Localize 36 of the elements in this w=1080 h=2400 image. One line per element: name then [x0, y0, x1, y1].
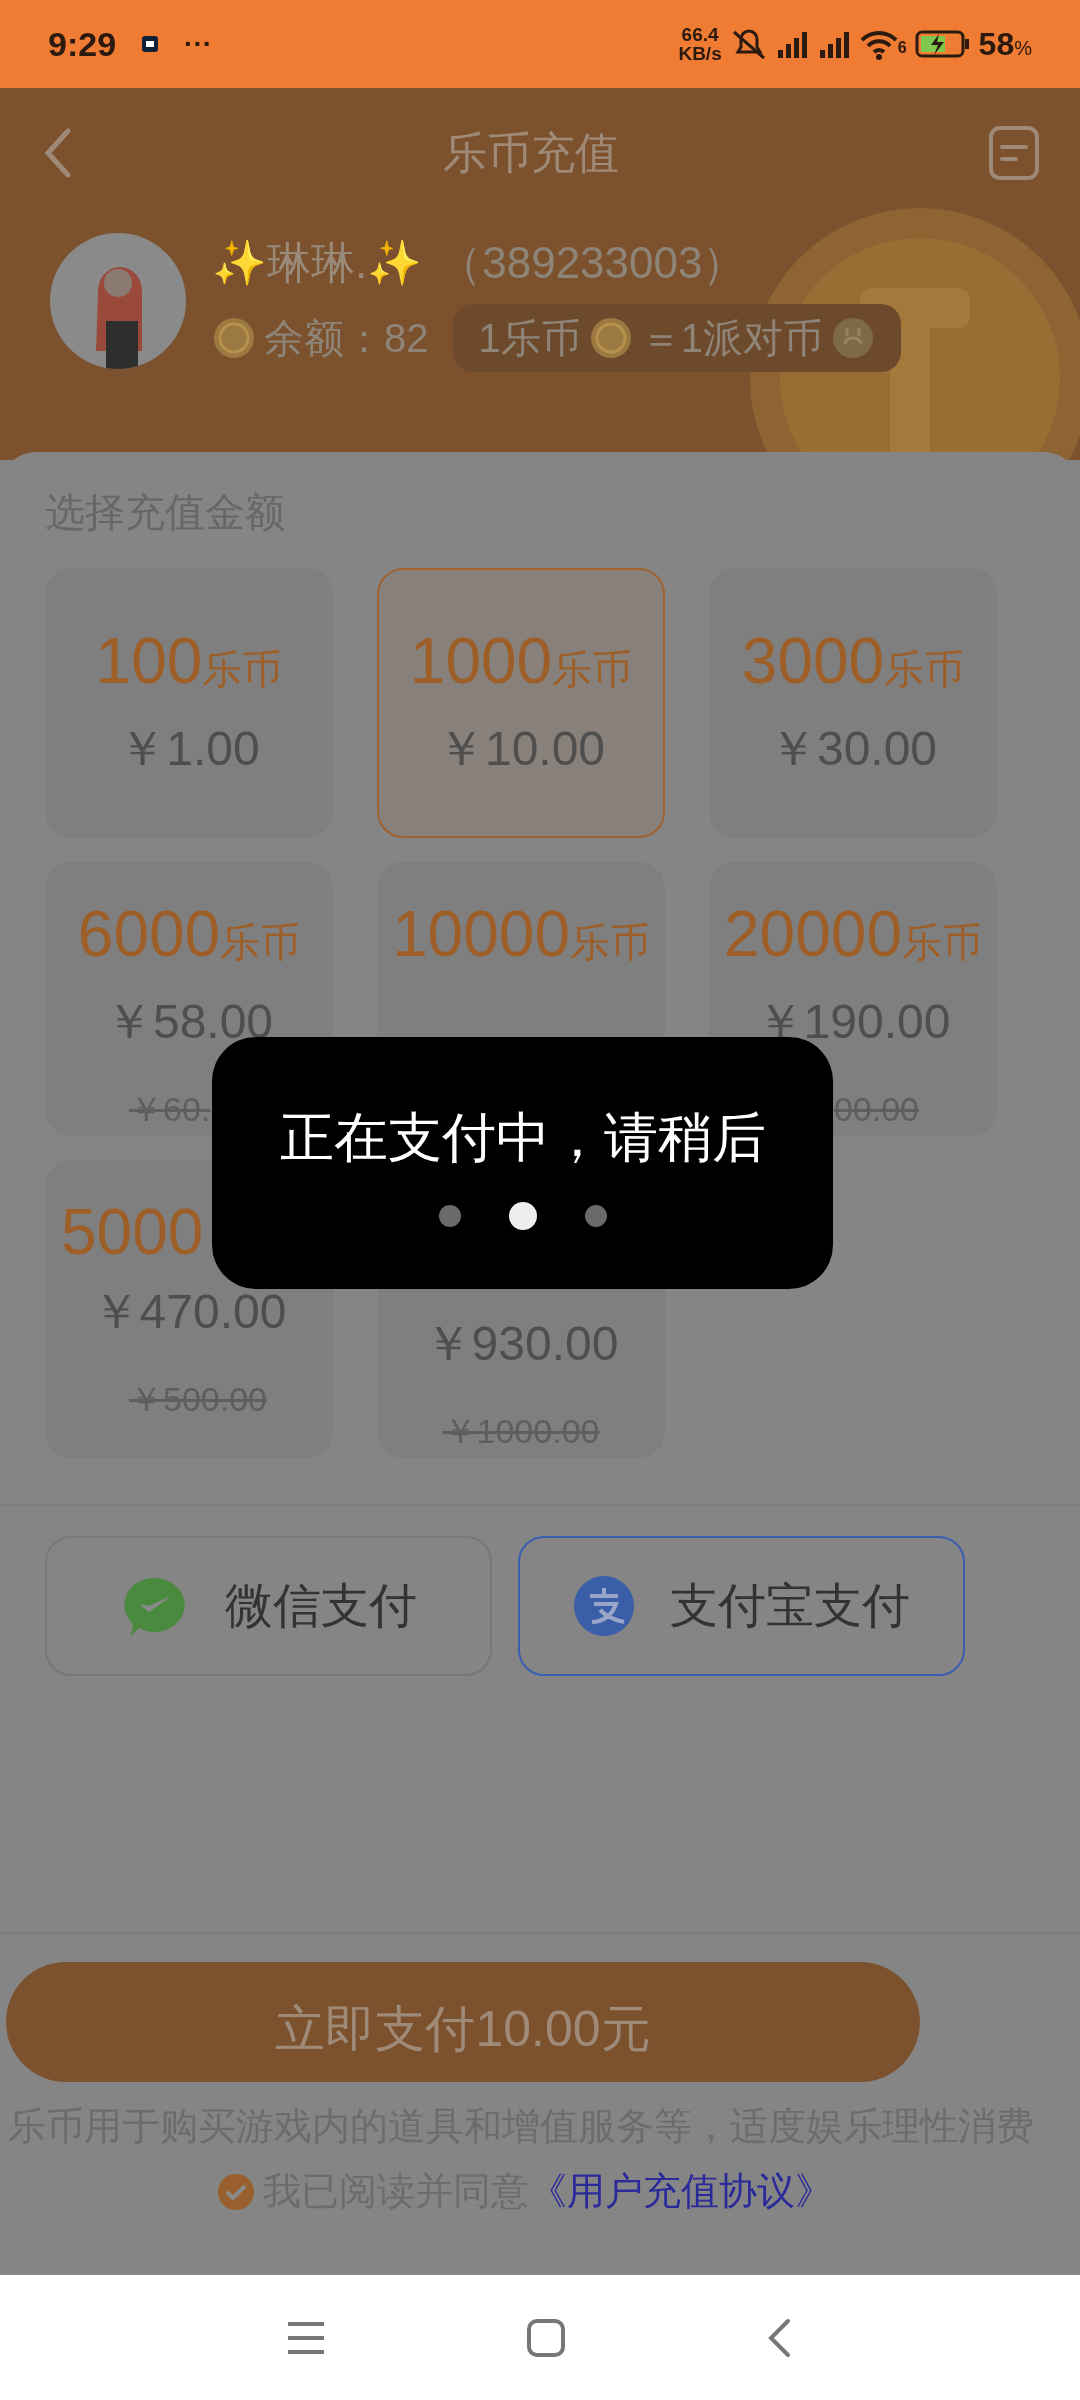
app-notification-icon	[140, 34, 161, 54]
wifi-icon	[859, 28, 898, 60]
battery-percent-sign: %	[1014, 37, 1032, 61]
battery-icon	[914, 28, 971, 60]
agree-checkbox[interactable]	[217, 2172, 255, 2211]
agreement-link[interactable]: 《用户充值协议》	[529, 2170, 833, 2212]
network-speed-unit: KB/s	[678, 44, 722, 63]
coin-amount: 5000	[61, 1196, 204, 1268]
user-id: （389233003）	[438, 237, 747, 289]
status-time: 9:29	[48, 23, 117, 65]
user-name: ✨琳琳.✨	[212, 237, 423, 289]
coin-icon	[212, 316, 256, 360]
more-dots: ···	[184, 27, 213, 61]
coin-amount: 10000乐币	[392, 898, 650, 972]
party-coin-icon	[831, 316, 875, 360]
coin-amount: 20000乐币	[724, 898, 982, 972]
page-title: 乐币充值	[443, 127, 619, 179]
payment-option[interactable]: 支付宝支付	[518, 1536, 965, 1676]
battery-percent: 58	[978, 25, 1015, 64]
price: ￥10.00	[436, 721, 606, 777]
home-icon[interactable]	[526, 2317, 566, 2358]
coin-icon	[588, 316, 633, 360]
balance: 余额：82	[264, 315, 429, 362]
payment-logo-icon	[573, 1576, 634, 1636]
pay-button[interactable]: 立即支付10.00元	[6, 1962, 920, 2082]
coin-amount: 100乐币	[95, 625, 283, 699]
coin-amount: 1000乐币	[409, 625, 633, 699]
rate-text: 1乐币	[478, 315, 581, 362]
payment-option[interactable]: 微信支付	[45, 1536, 492, 1676]
menu-icon[interactable]	[286, 2319, 326, 2356]
network-speed: 66.4	[680, 25, 720, 44]
coin-amount: 6000乐币	[77, 898, 301, 972]
amount-option[interactable]: 1000乐币 ￥10.00	[377, 568, 665, 838]
coin-amount: 3000乐币	[741, 625, 965, 699]
wifi-generation-label: 6	[897, 38, 907, 58]
rate-text: ＝1派对币	[640, 315, 823, 362]
